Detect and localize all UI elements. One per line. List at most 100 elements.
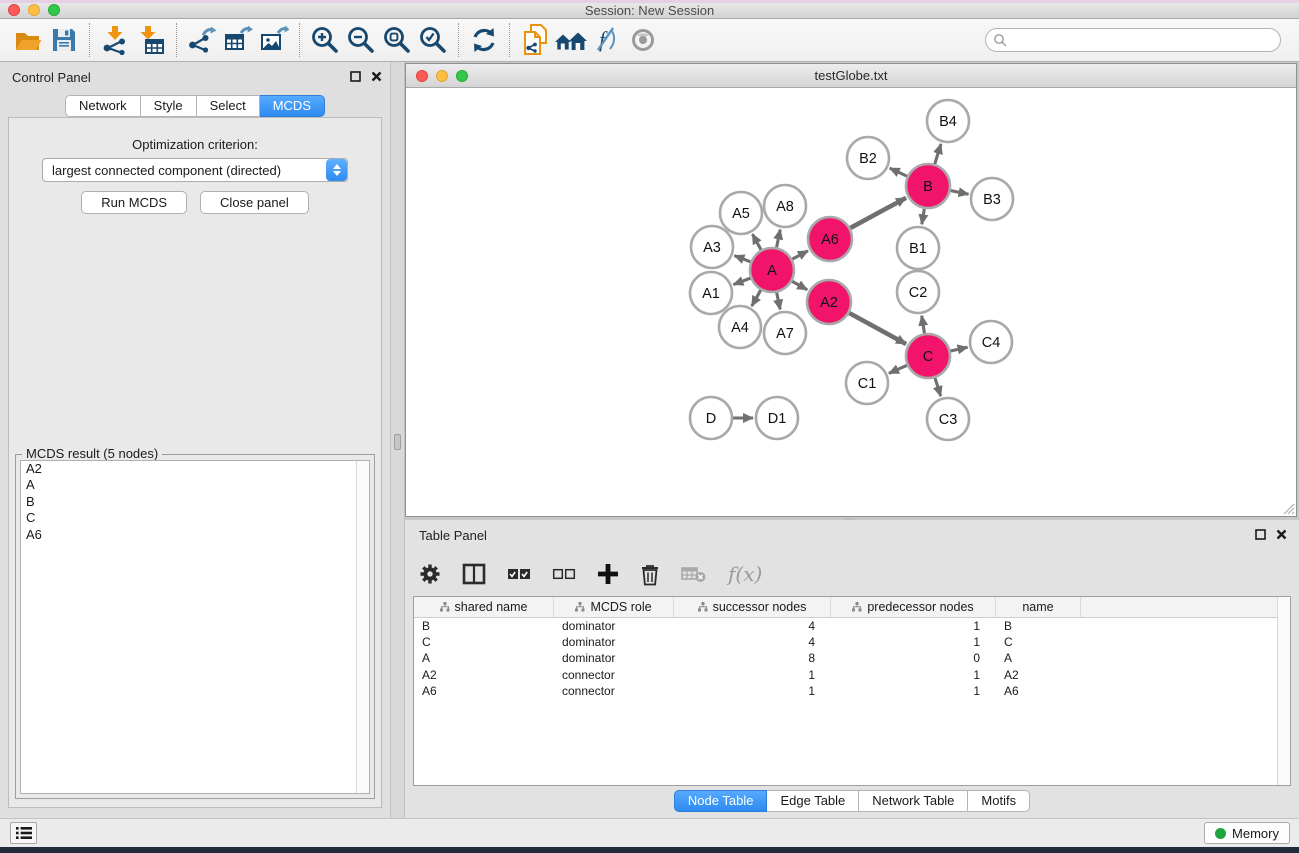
edge-A-A5[interactable] (752, 234, 761, 250)
edge-A-A2[interactable] (792, 281, 807, 290)
vertical-splitter[interactable] (390, 62, 405, 818)
splitter-handle[interactable] (394, 434, 401, 450)
toolbar-separator (299, 23, 300, 57)
edge-A2-C[interactable] (849, 313, 906, 344)
home-button[interactable] (553, 22, 589, 58)
edge-B-B1[interactable] (922, 209, 925, 225)
tab-mcds[interactable]: MCDS (260, 95, 325, 117)
result-item[interactable]: A6 (21, 527, 369, 543)
table-panel: Table Panel (405, 520, 1299, 818)
column-header[interactable]: MCDS role (554, 597, 674, 617)
result-scrollbar[interactable] (356, 461, 369, 793)
search-input[interactable] (1011, 30, 1280, 50)
edge-A-A1[interactable] (733, 278, 750, 284)
add-column-icon[interactable] (597, 563, 619, 585)
open-session-icon (13, 25, 43, 55)
show-graphics-button[interactable] (625, 22, 661, 58)
open-session-button[interactable] (10, 22, 46, 58)
float-panel-icon[interactable] (1255, 529, 1266, 540)
edge-C-C3[interactable] (935, 378, 941, 396)
float-panel-icon[interactable] (350, 71, 361, 82)
close-panel-icon[interactable] (1276, 529, 1287, 540)
function-builder-button[interactable]: f(x) (728, 562, 762, 586)
node-label-D1: D1 (768, 411, 787, 427)
zoom-fit-icon (382, 25, 412, 55)
select-all-checkboxes-icon[interactable] (507, 567, 531, 581)
column-header[interactable]: successor nodes (674, 597, 831, 617)
edge-A-A7[interactable] (777, 293, 781, 310)
table-header-row: shared nameMCDS rolesuccessor nodesprede… (414, 597, 1290, 618)
column-header[interactable]: shared name (414, 597, 554, 617)
column-type-icon (575, 602, 585, 612)
table-row[interactable]: Cdominator41C (414, 634, 1290, 650)
delete-column-icon[interactable] (640, 563, 660, 586)
export-table-button[interactable] (220, 22, 256, 58)
zoom-fit-button[interactable] (379, 22, 415, 58)
tab-network[interactable]: Network (65, 95, 141, 117)
edge-A6-B[interactable] (850, 198, 906, 228)
edge-A-A8[interactable] (777, 230, 781, 248)
result-item[interactable]: C (21, 510, 369, 526)
column-header[interactable]: name (996, 597, 1081, 617)
zoom-out-button[interactable] (343, 22, 379, 58)
import-table-button[interactable] (133, 22, 169, 58)
deselect-all-checkboxes-icon[interactable] (552, 567, 576, 581)
edge-C-C2[interactable] (922, 316, 925, 334)
node-label-A5: A5 (732, 206, 750, 222)
export-network-button[interactable] (184, 22, 220, 58)
edge-B-B3[interactable] (951, 191, 969, 195)
hide-annotations-button[interactable]: f (589, 22, 625, 58)
gear-icon[interactable] (419, 563, 441, 585)
edge-A-A6[interactable] (792, 251, 808, 259)
table-scrollbar[interactable] (1277, 597, 1290, 785)
refresh-button[interactable] (466, 22, 502, 58)
table-cell: A2 (414, 667, 554, 683)
import-network-button[interactable] (97, 22, 133, 58)
window-title: Session: New Session (0, 3, 1299, 18)
columns-icon[interactable] (462, 563, 486, 585)
run-mcds-button[interactable]: Run MCDS (81, 191, 187, 214)
resize-grip-icon[interactable] (1282, 502, 1295, 515)
node-label-C: C (923, 349, 933, 365)
edge-A-A4[interactable] (752, 290, 761, 306)
edge-B-B2[interactable] (890, 168, 907, 176)
save-session-button[interactable] (46, 22, 82, 58)
tab-edge-table[interactable]: Edge Table (767, 790, 859, 812)
network-window-titlebar[interactable]: testGlobe.txt (406, 64, 1296, 88)
table-row[interactable]: A6connector11A6 (414, 683, 1290, 699)
edge-B-B4[interactable] (935, 144, 941, 164)
edge-C-C1[interactable] (889, 365, 907, 373)
node-label-B2: B2 (859, 151, 877, 167)
table-row[interactable]: A2connector11A2 (414, 667, 1290, 683)
edge-A-A3[interactable] (734, 256, 750, 262)
memory-button[interactable]: Memory (1204, 822, 1290, 844)
task-history-button[interactable] (10, 822, 37, 844)
tab-style[interactable]: Style (141, 95, 197, 117)
criterion-select[interactable]: largest connected component (directed) (42, 158, 348, 182)
table-cell: A (414, 650, 554, 666)
table-row[interactable]: Adominator80A (414, 650, 1290, 666)
table-row[interactable]: Bdominator41B (414, 618, 1290, 634)
tab-select[interactable]: Select (197, 95, 260, 117)
zoom-selected-button[interactable] (415, 22, 451, 58)
column-header[interactable]: predecessor nodes (831, 597, 996, 617)
network-canvas[interactable]: AA1A2A3A4A5A6A7A8BB1B2B3B4CC1C2C3C4DD1 (406, 88, 1296, 516)
search-icon (993, 33, 1007, 47)
export-image-button[interactable] (256, 22, 292, 58)
mcds-result-list[interactable]: A2ABCA6 (20, 460, 370, 794)
zoom-in-button[interactable] (307, 22, 343, 58)
close-panel-icon[interactable] (371, 71, 382, 82)
search-field[interactable] (985, 28, 1281, 52)
result-item[interactable]: B (21, 494, 369, 510)
close-panel-button[interactable]: Close panel (200, 191, 309, 214)
table-cell: A6 (414, 683, 554, 699)
delete-table-icon[interactable] (681, 565, 707, 583)
tab-motifs[interactable]: Motifs (968, 790, 1030, 812)
result-item[interactable]: A2 (21, 461, 369, 477)
result-item[interactable]: A (21, 477, 369, 493)
edge-C-C4[interactable] (950, 347, 967, 351)
import-network-icon (100, 25, 130, 55)
network-from-file-button[interactable] (517, 22, 553, 58)
tab-network-table[interactable]: Network Table (859, 790, 968, 812)
tab-node-table[interactable]: Node Table (674, 790, 768, 812)
